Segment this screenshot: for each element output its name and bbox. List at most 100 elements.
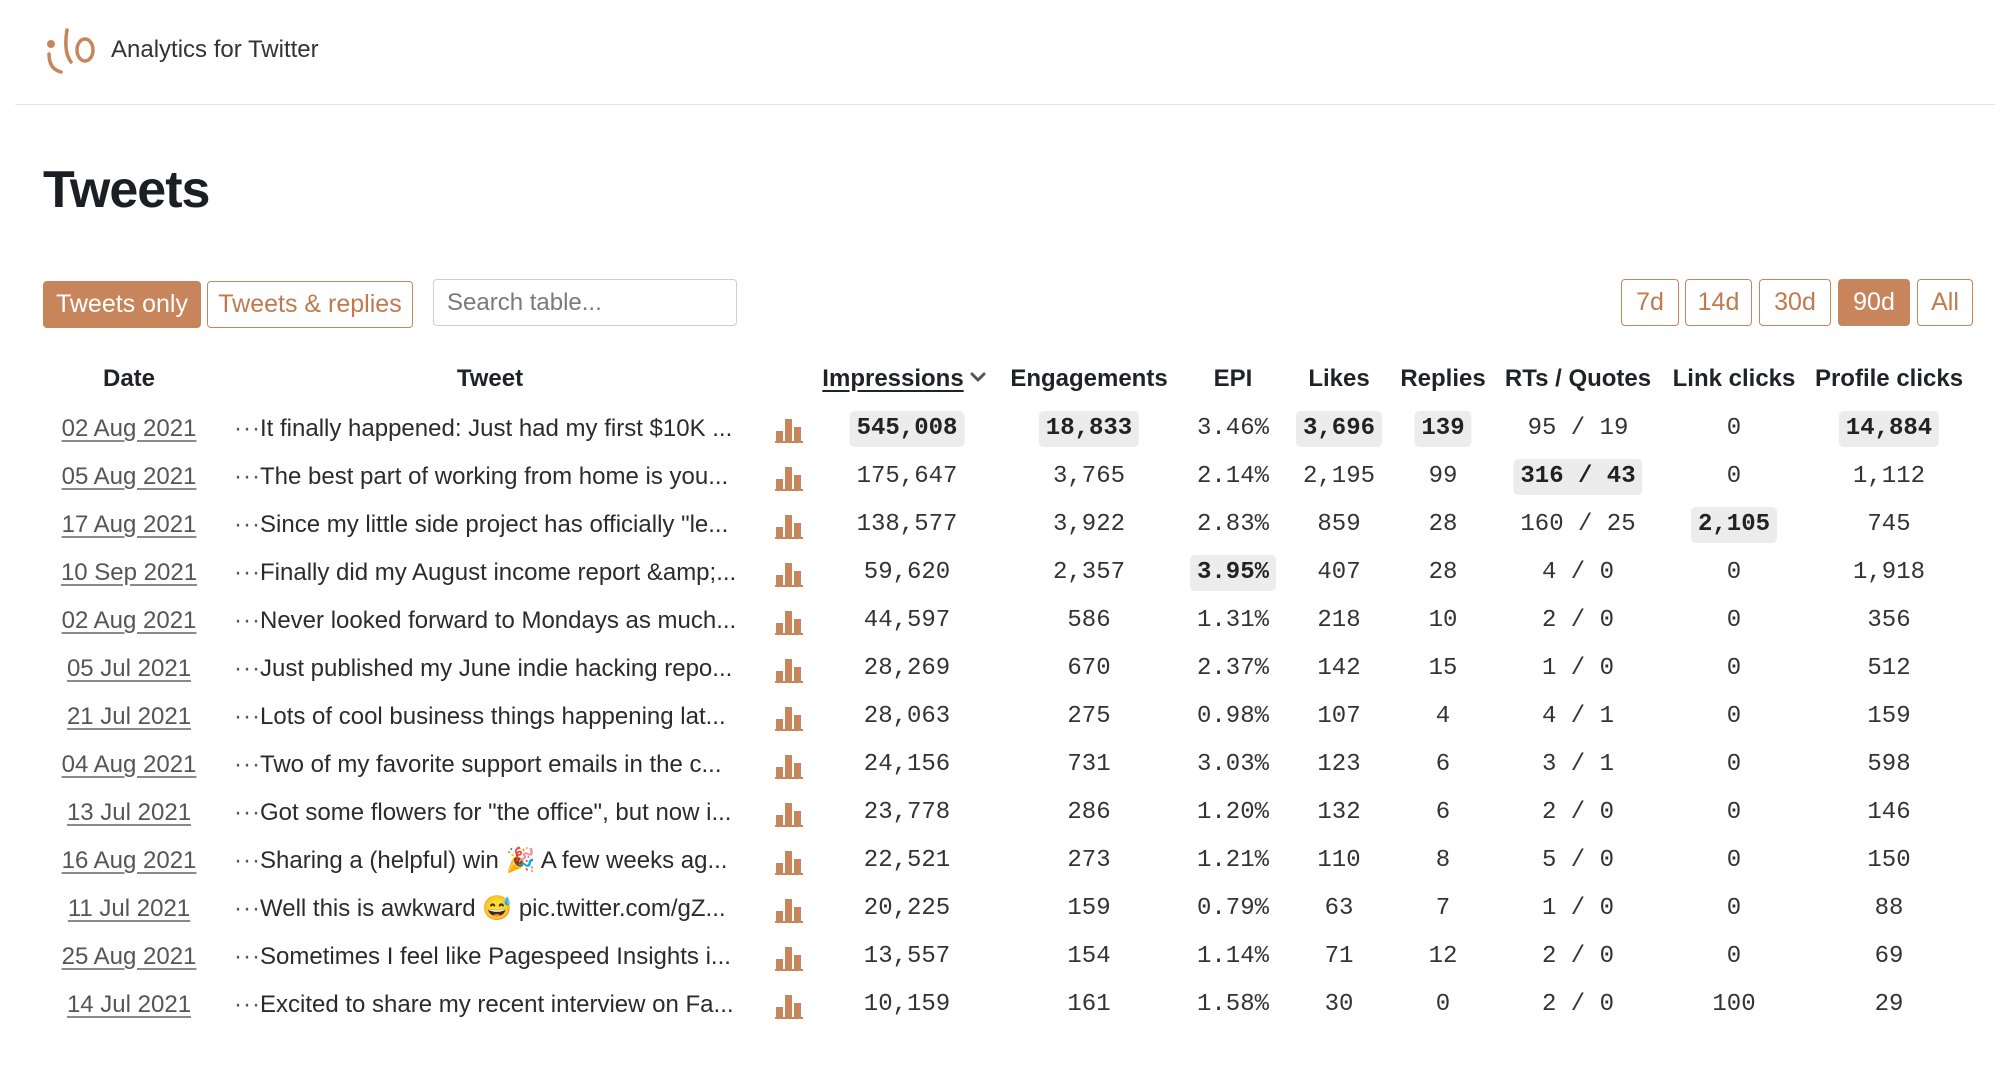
cell-engagements: 18,833 [1038, 411, 1140, 447]
tweet-text[interactable]: Sometimes I feel like Pagespeed Insights… [260, 933, 731, 981]
tweet-text[interactable]: It finally happened: Just had my first $… [260, 405, 732, 453]
bar-chart-icon[interactable] [775, 609, 803, 635]
cell-profile-clicks: 14,884 [1838, 411, 1940, 447]
more-options-icon[interactable]: ··· [234, 693, 261, 741]
bar-chart-icon[interactable] [775, 801, 803, 827]
range-7d-button[interactable]: 7d [1621, 279, 1679, 326]
more-options-icon[interactable]: ··· [234, 549, 261, 597]
tweet-date-link[interactable]: 11 Jul 2021 [68, 885, 190, 933]
table-row[interactable]: 16 Aug 2021 ··· Sharing a (helpful) win 🎉 … [40, 837, 1970, 885]
tweet-date-link[interactable]: 16 Aug 2021 [62, 837, 197, 885]
more-options-icon[interactable]: ··· [234, 885, 261, 933]
header-tweet[interactable]: Tweet [457, 365, 523, 393]
cell-impressions: 44,597 [863, 607, 951, 634]
search-input[interactable] [433, 279, 737, 326]
more-options-icon[interactable]: ··· [234, 933, 261, 981]
more-options-icon[interactable]: ··· [234, 981, 261, 1029]
tweet-text[interactable]: Got some flowers for "the office", but n… [260, 789, 731, 837]
tweet-text[interactable]: Since my little side project has officia… [260, 501, 728, 549]
tweet-text[interactable]: Never looked forward to Mondays as much.… [260, 597, 736, 645]
bar-chart-icon[interactable] [775, 897, 803, 923]
bar-chart-icon[interactable] [775, 945, 803, 971]
table-row[interactable]: 11 Jul 2021 ··· Well this is awkward 😅 pic… [40, 885, 1970, 933]
header-epi[interactable]: EPI [1214, 365, 1253, 393]
tweet-text[interactable]: Well this is awkward 😅 pic.twitter.com/g… [260, 885, 726, 933]
cell-profile-clicks: 159 [1867, 703, 1911, 730]
tweet-date-link[interactable]: 04 Aug 2021 [62, 741, 197, 789]
header-likes[interactable]: Likes [1308, 365, 1369, 393]
tweet-text[interactable]: Excited to share my recent interview on … [260, 981, 734, 1029]
tweet-date-link[interactable]: 14 Jul 2021 [67, 981, 191, 1029]
bar-chart-icon[interactable] [775, 993, 803, 1019]
more-options-icon[interactable]: ··· [234, 789, 261, 837]
table-row[interactable]: 14 Jul 2021 ··· Excited to share my recent… [40, 981, 1970, 1029]
tweets-only-button[interactable]: Tweets only [43, 281, 201, 328]
header-engagements[interactable]: Engagements [1010, 365, 1167, 393]
tweet-date-link[interactable]: 02 Aug 2021 [62, 597, 197, 645]
cell-rts: 4 / 1 [1541, 703, 1615, 730]
bar-chart-icon[interactable] [775, 465, 803, 491]
more-options-icon[interactable]: ··· [234, 453, 261, 501]
tweet-text[interactable]: Lots of cool business things happening l… [260, 693, 726, 741]
bar-chart-icon[interactable] [775, 417, 803, 443]
header-impressions[interactable]: Impressions [822, 365, 963, 393]
cell-epi: 0.79% [1196, 895, 1270, 922]
app-title: Analytics for Twitter [111, 36, 319, 63]
tweet-text[interactable]: The best part of working from home is yo… [260, 453, 728, 501]
cell-profile-clicks: 512 [1867, 655, 1911, 682]
cell-impressions: 22,521 [863, 847, 951, 874]
range-14d-button[interactable]: 14d [1685, 279, 1752, 326]
bar-chart-icon[interactable] [775, 753, 803, 779]
table-row[interactable]: 10 Sep 2021 ··· Finally did my August inco… [40, 549, 1970, 597]
tweet-text[interactable]: Two of my favorite support emails in the… [260, 741, 722, 789]
cell-profile-clicks: 356 [1867, 607, 1911, 634]
more-options-icon[interactable]: ··· [234, 645, 261, 693]
header-link-clicks[interactable]: Link clicks [1673, 365, 1796, 393]
more-options-icon[interactable]: ··· [234, 837, 261, 885]
table-row[interactable]: 17 Aug 2021 ··· Since my little side proje… [40, 501, 1970, 549]
tweet-text[interactable]: Finally did my August income report &amp… [260, 549, 736, 597]
more-options-icon[interactable]: ··· [234, 597, 261, 645]
table-row[interactable]: 21 Jul 2021 ··· Lots of cool business thin… [40, 693, 1970, 741]
tweet-date-link[interactable]: 21 Jul 2021 [67, 693, 191, 741]
more-options-icon[interactable]: ··· [234, 405, 261, 453]
range-30d-button[interactable]: 30d [1759, 279, 1831, 326]
tweet-date-link[interactable]: 02 Aug 2021 [62, 405, 197, 453]
cell-link-clicks: 2,105 [1690, 507, 1778, 543]
table-row[interactable]: 05 Aug 2021 ··· The best part of working f… [40, 453, 1970, 501]
tweet-date-link[interactable]: 05 Jul 2021 [67, 645, 191, 693]
bar-chart-icon[interactable] [775, 561, 803, 587]
tweet-date-link[interactable]: 05 Aug 2021 [62, 453, 197, 501]
table-row[interactable]: 25 Aug 2021 ··· Sometimes I feel like Page… [40, 933, 1970, 981]
cell-replies: 6 [1435, 751, 1451, 778]
tweet-date-link[interactable]: 10 Sep 2021 [61, 549, 197, 597]
logo-icon[interactable] [39, 20, 99, 80]
cell-epi: 1.20% [1196, 799, 1270, 826]
cell-link-clicks: 0 [1726, 607, 1742, 634]
tweet-date-link[interactable]: 13 Jul 2021 [67, 789, 191, 837]
cell-impressions: 10,159 [863, 991, 951, 1018]
more-options-icon[interactable]: ··· [234, 741, 261, 789]
table-row[interactable]: 05 Jul 2021 ··· Just published my June ind… [40, 645, 1970, 693]
tweet-date-link[interactable]: 25 Aug 2021 [62, 933, 197, 981]
header-profile-clicks[interactable]: Profile clicks [1815, 365, 1963, 393]
table-row[interactable]: 04 Aug 2021 ··· Two of my favorite support… [40, 741, 1970, 789]
chevron-down-icon[interactable] [969, 368, 987, 386]
tweet-date-link[interactable]: 17 Aug 2021 [62, 501, 197, 549]
header-rts-quotes[interactable]: RTs / Quotes [1505, 365, 1651, 393]
tweet-text[interactable]: Sharing a (helpful) win 🎉 A few weeks ag… [260, 837, 727, 885]
bar-chart-icon[interactable] [775, 849, 803, 875]
tweet-text[interactable]: Just published my June indie hacking rep… [260, 645, 732, 693]
range-all-button[interactable]: All [1917, 279, 1973, 326]
bar-chart-icon[interactable] [775, 657, 803, 683]
range-90d-button[interactable]: 90d [1838, 279, 1910, 326]
header-date[interactable]: Date [103, 365, 155, 393]
table-row[interactable]: 13 Jul 2021 ··· Got some flowers for "the … [40, 789, 1970, 837]
bar-chart-icon[interactable] [775, 513, 803, 539]
table-row[interactable]: 02 Aug 2021 ··· It finally happened: Just … [40, 405, 1970, 453]
header-replies[interactable]: Replies [1400, 365, 1485, 393]
more-options-icon[interactable]: ··· [234, 501, 261, 549]
bar-chart-icon[interactable] [775, 705, 803, 731]
tweets-replies-button[interactable]: Tweets & replies [207, 281, 413, 328]
table-row[interactable]: 02 Aug 2021 ··· Never looked forward to Mo… [40, 597, 1970, 645]
